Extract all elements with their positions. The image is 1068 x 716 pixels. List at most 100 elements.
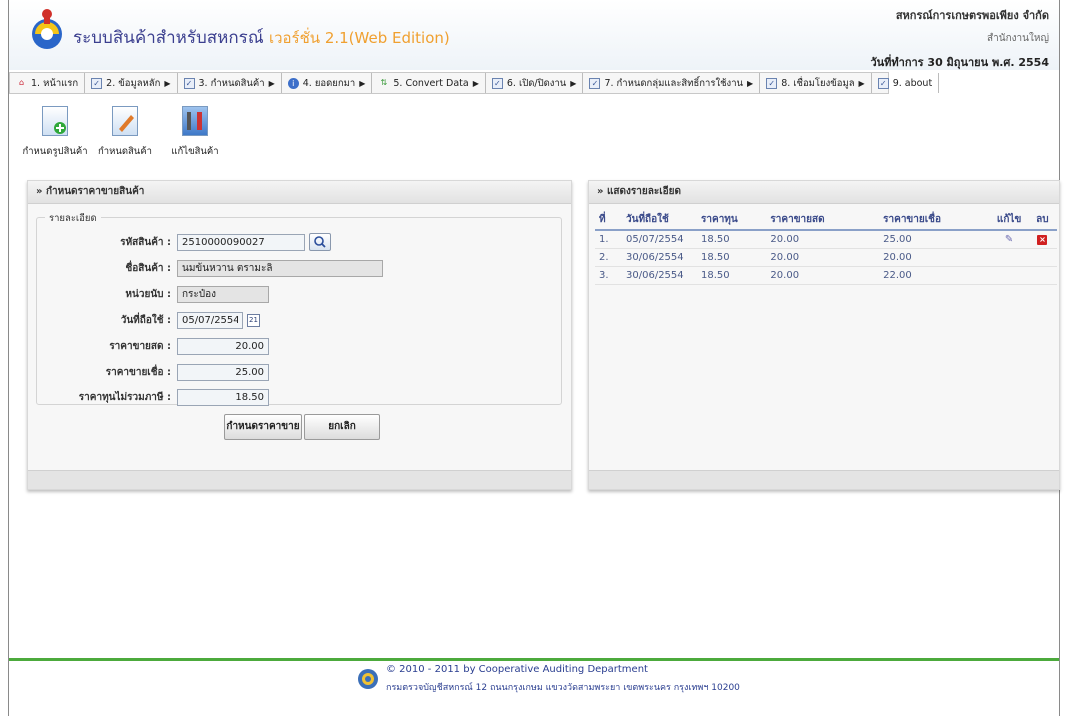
price-history-panel: » แสดงรายละเอียด ที่ วันที่ถือใช้ ราคาทุ…	[588, 180, 1060, 490]
cell-delete	[1027, 266, 1057, 285]
menu-item-groups-permissions[interactable]: ✓ 7. กำหนดกลุ่มและสิทธิ์การใช้งาน ▶	[583, 73, 761, 93]
product-name-row: ชื่อสินค้า : นมข้นหวาน ตรามะลิ	[37, 259, 383, 277]
submenu-arrow-icon: ▶	[570, 78, 577, 88]
panel-title: » แสดงรายละเอียด	[589, 181, 1059, 204]
cash-price-row: ราคาขายสด :	[37, 337, 269, 355]
menu-item-product-setup[interactable]: ✓ 3. กำหนดสินค้า ▶	[178, 73, 282, 93]
menu-label: 4. ยอดยกมา	[302, 77, 356, 89]
footer-address: กรมตรวจบัญชีสหกรณ์ 12 ถนนกรุงเกษม แขวงวั…	[386, 683, 740, 693]
submenu-arrow-icon: ▶	[268, 78, 275, 88]
checklist-icon: ✓	[183, 77, 195, 89]
credit-price-input[interactable]	[177, 363, 269, 381]
unit-label: หน่วยนับ :	[125, 288, 171, 300]
cell-credit-price: 20.00	[879, 248, 991, 267]
cell-cash-price: 20.00	[766, 266, 880, 285]
menu-label: 8. เชื่อมโยงข้อมูล	[781, 77, 855, 89]
price-form-panel: » กำหนดราคาขายสินค้า รายละเอียด รหัสสินค…	[27, 180, 572, 490]
menu-item-convert-data[interactable]: ⇅ 5. Convert Data ▶	[372, 73, 486, 93]
checklist-icon: ✓	[91, 77, 103, 89]
submenu-arrow-icon: ▶	[472, 78, 479, 88]
column-header: แก้ไข	[990, 209, 1028, 231]
app-version: เวอร์ชั่น 2.1(Web Edition)	[269, 29, 450, 47]
menu-label: 2. ข้อมูลหลัก	[106, 77, 161, 89]
column-header: ราคาขายสด	[766, 209, 880, 231]
column-header: ลบ	[1027, 209, 1057, 231]
panel-footer	[28, 470, 571, 489]
cell-cash-price: 20.00	[766, 230, 880, 249]
tool-product-image-button[interactable]: กำหนดรูปสินค้า	[22, 106, 88, 159]
menu-item-master-data[interactable]: ✓ 2. ข้อมูลหลัก ▶	[85, 73, 178, 93]
table-header-row: ที่ วันที่ถือใช้ ราคาทุน ราคาขายสด ราคาข…	[595, 209, 1057, 231]
menu-item-opening-balance[interactable]: i 4. ยอดยกมา ▶	[282, 73, 373, 93]
tool-label: แก้ไขสินค้า	[171, 146, 219, 157]
cell-delete: ×	[1027, 230, 1057, 249]
column-header: วันที่ถือใช้	[622, 209, 698, 231]
menu-item-home[interactable]: ⌂ 1. หน้าแรก	[10, 73, 86, 93]
checklist-icon: ✓	[491, 77, 503, 89]
cell-no: 2.	[595, 248, 622, 267]
checklist-icon: ✓	[589, 77, 601, 89]
effective-date-label: วันที่ถือใช้ :	[120, 314, 171, 326]
panel-footer	[589, 470, 1059, 489]
app-header: ระบบสินค้าสำหรับสหกรณ์ เวอร์ชั่น 2.1(Web…	[9, 0, 1059, 70]
product-code-row: รหัสสินค้า :	[37, 233, 331, 251]
cell-date: 30/06/2554	[622, 266, 698, 285]
edit-icon[interactable]: ✎	[1004, 235, 1014, 245]
info-icon: i	[287, 77, 299, 89]
cost-row: ราคาทุนไม่รวมภาษี :	[37, 388, 269, 406]
menu-label: 9. about	[892, 77, 933, 89]
search-icon	[314, 236, 326, 248]
product-toolbar: กำหนดรูปสินค้า กำหนดสินค้า แก้ไขสินค้า	[22, 106, 224, 159]
cell-edit: ✎	[990, 230, 1028, 249]
product-name-field: นมข้นหวาน ตรามะลิ	[177, 259, 383, 277]
cell-edit	[990, 248, 1028, 267]
cell-cash-price: 20.00	[766, 248, 880, 267]
column-header: ที่	[595, 209, 622, 231]
tool-label: กำหนดรูปสินค้า	[22, 146, 88, 157]
cost-input[interactable]	[177, 388, 269, 406]
org-name: สหกรณ์การเกษตรพอเพียง จำกัด	[895, 9, 1049, 22]
menu-item-data-link[interactable]: ✓ 8. เชื่อมโยงข้อมูล ▶	[760, 73, 872, 93]
cell-credit-price: 22.00	[879, 266, 991, 285]
checklist-icon: ✓	[877, 77, 889, 89]
app-title-text: ระบบสินค้าสำหรับสหกรณ์	[73, 28, 264, 48]
cancel-button[interactable]: ยกเลิก	[304, 414, 380, 440]
unit-field: กระป๋อง	[177, 285, 269, 303]
convert-icon: ⇅	[380, 77, 388, 87]
menu-label: 7. กำหนดกลุ่มและสิทธิ์การใช้งาน	[604, 77, 744, 89]
effective-date-input[interactable]	[177, 311, 243, 329]
cell-cost: 18.50	[697, 248, 767, 267]
fieldset-legend: รายละเอียด	[45, 211, 101, 226]
menu-item-about[interactable]: ✓ 9. about	[872, 73, 940, 93]
home-icon: ⌂	[18, 77, 25, 87]
calendar-icon[interactable]: 21	[247, 313, 260, 327]
cell-credit-price: 25.00	[879, 230, 991, 249]
branch-name: สำนักงานใหญ่	[987, 33, 1049, 44]
menu-item-open-close-work[interactable]: ✓ 6. เปิด/ปิดงาน ▶	[486, 73, 584, 93]
menu-label: 5. Convert Data	[393, 77, 469, 89]
tool-edit-product-button[interactable]: แก้ไขสินค้า	[166, 106, 224, 159]
unit-row: หน่วยนับ : กระป๋อง	[37, 285, 269, 303]
cash-price-input[interactable]	[177, 337, 269, 355]
tool-define-product-button[interactable]: กำหนดสินค้า	[96, 106, 154, 159]
column-header: ราคาขายเชื่อ	[879, 209, 991, 231]
cell-no: 1.	[595, 230, 622, 249]
tools-icon	[182, 106, 208, 136]
cell-delete	[1027, 248, 1057, 267]
work-date: วันที่ทำการ 30 มิถุนายน พ.ศ. 2554	[870, 56, 1049, 69]
edit-product-icon	[112, 106, 138, 136]
submenu-arrow-icon: ▶	[858, 78, 865, 88]
delete-icon[interactable]: ×	[1037, 235, 1048, 245]
cell-edit	[990, 266, 1028, 285]
set-price-button[interactable]: กำหนดราคาขาย	[224, 414, 302, 440]
tool-label: กำหนดสินค้า	[98, 146, 152, 157]
department-seal-icon	[358, 669, 378, 689]
checklist-icon: ✓	[766, 77, 778, 89]
product-code-input[interactable]	[177, 233, 305, 251]
table-row: 2. 30/06/2554 18.50 20.00 20.00	[595, 248, 1057, 267]
column-header: ราคาทุน	[697, 209, 767, 231]
price-history-table: ที่ วันที่ถือใช้ ราคาทุน ราคาขายสด ราคาข…	[595, 209, 1057, 285]
add-product-image-icon	[42, 106, 68, 136]
submenu-arrow-icon: ▶	[164, 78, 171, 88]
product-search-button[interactable]	[309, 233, 331, 251]
